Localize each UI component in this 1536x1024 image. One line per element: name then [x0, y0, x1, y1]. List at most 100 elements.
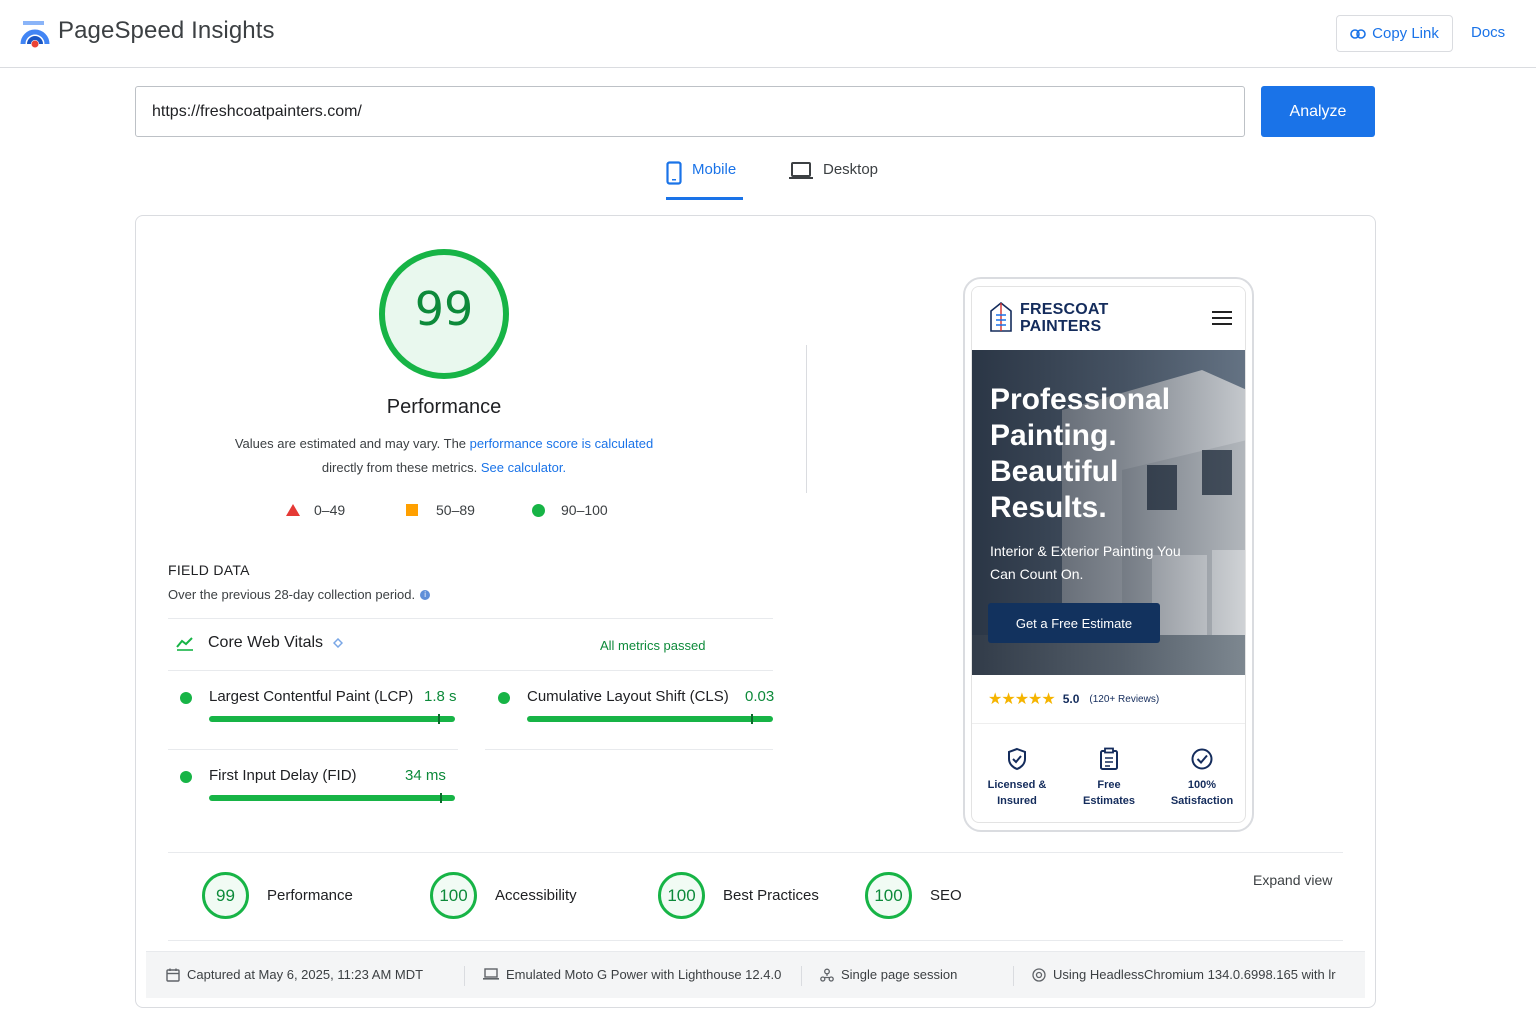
metric-distribution-bar: [209, 795, 455, 801]
feature-licensed: Licensed & Insured: [972, 747, 1062, 809]
clipboard-icon: [1100, 747, 1118, 770]
score-ring: 99: [202, 872, 249, 919]
feature-satisfaction: 100% Satisfaction: [1157, 747, 1245, 809]
feature-line1: Free: [1097, 779, 1121, 791]
feature-line2: Estimates: [1083, 795, 1135, 807]
page-screenshot: FRESCOAT PAINTERS Professional Painting.…: [971, 286, 1246, 823]
legend-fail-range: 0–49: [314, 502, 346, 518]
field-data-subtitle: Over the previous 28-day collection peri…: [168, 587, 431, 602]
divider: [168, 852, 1343, 853]
score-ring: 100: [658, 872, 705, 919]
circle-icon: [532, 503, 545, 517]
category-seo[interactable]: 100 SEO: [865, 872, 962, 919]
site-name: FRESCOAT PAINTERS: [1020, 301, 1108, 335]
diamond-info-icon[interactable]: [333, 638, 344, 648]
hero-section: Professional Painting. Beautiful Results…: [972, 350, 1245, 675]
metric-value: 1.8 s: [424, 688, 457, 705]
legend-average: 50–89: [406, 502, 475, 518]
category-best-practices[interactable]: 100 Best Practices: [658, 872, 819, 919]
divider: [801, 966, 802, 986]
legend-average-range: 50–89: [436, 502, 475, 518]
hero-title: Professional Painting. Beautiful Results…: [990, 383, 1171, 524]
metric-marker: [440, 793, 442, 803]
divider: [168, 940, 1343, 941]
browser-text: Using HeadlessChromium 134.0.6998.165 wi…: [1053, 967, 1336, 982]
divider: [485, 749, 773, 750]
divider: [806, 345, 807, 493]
tab-mobile[interactable]: Mobile: [666, 158, 743, 200]
shield-check-icon: [1008, 747, 1026, 771]
performance-description: Values are estimated and may vary. The p…: [218, 432, 670, 480]
free-estimate-button: Get a Free Estimate: [988, 603, 1160, 643]
url-value: https://freshcoatpainters.com/: [152, 102, 362, 120]
legend-fail: 0–49: [286, 502, 345, 518]
score-ring: 100: [430, 872, 477, 919]
divider: [464, 966, 465, 986]
square-icon: [406, 504, 418, 516]
category-label: Best Practices: [723, 887, 819, 904]
desc-mid: directly from these metrics.: [321, 460, 481, 475]
session-text: Single page session: [841, 967, 958, 982]
phone-icon: [666, 161, 682, 185]
browser-info: Using HeadlessChromium 134.0.6998.165 wi…: [1032, 967, 1336, 982]
performance-score: 99: [414, 282, 474, 336]
divider: [168, 618, 773, 619]
device-text: Emulated Moto G Power with Lighthouse 12…: [506, 967, 782, 982]
category-performance[interactable]: 99 Performance: [202, 872, 353, 919]
pass-dot-icon: [180, 692, 192, 704]
see-calculator-link[interactable]: See calculator.: [481, 460, 566, 475]
analyze-button[interactable]: Analyze: [1261, 86, 1375, 137]
metric-distribution-bar: [209, 716, 455, 722]
divider: [1013, 966, 1014, 986]
docs-link[interactable]: Docs: [1471, 24, 1505, 41]
session-icon: [820, 968, 834, 982]
site-name-line1: FRESCOAT: [1020, 301, 1109, 318]
triangle-icon: [286, 504, 300, 516]
globe-icon: [1032, 967, 1046, 982]
site-header: FRESCOAT PAINTERS: [972, 287, 1245, 350]
feature-estimates: Free Estimates: [1064, 747, 1154, 809]
calendar-icon: [166, 968, 180, 982]
category-accessibility[interactable]: 100 Accessibility: [430, 872, 577, 919]
performance-title: Performance: [386, 396, 502, 418]
trend-chart-icon: [176, 637, 193, 651]
score-ring: 100: [865, 872, 912, 919]
captured-text: Captured at May 6, 2025, 11:23 AM MDT: [187, 967, 424, 982]
url-input[interactable]: https://freshcoatpainters.com/: [135, 86, 1245, 137]
metric-value: 0.03: [745, 688, 775, 705]
pagespeed-logo-icon[interactable]: [20, 18, 50, 48]
rating-value: 5.0: [1062, 692, 1080, 706]
tab-desktop[interactable]: Desktop: [789, 158, 878, 200]
laptop-icon: [789, 162, 813, 179]
metric-marker: [438, 714, 440, 724]
expand-view-button[interactable]: Expand view: [1253, 872, 1332, 888]
captured-info: Captured at May 6, 2025, 11:23 AM MDT: [166, 967, 423, 982]
device-info: Emulated Moto G Power with Lighthouse 12…: [483, 967, 781, 982]
site-name-line2: PAINTERS: [1020, 318, 1102, 335]
field-data-period: Over the previous 28-day collection peri…: [168, 587, 416, 602]
info-icon[interactable]: i: [420, 589, 431, 600]
feature-line1: 100%: [1187, 779, 1217, 791]
star-rating-icon: ★★★★★: [988, 691, 1056, 708]
divider: [168, 749, 458, 750]
run-info-bar: Captured at May 6, 2025, 11:23 AM MDT Em…: [146, 951, 1365, 998]
metric-value: 34 ms: [405, 767, 446, 784]
pass-dot-icon: [180, 771, 192, 783]
feature-line2: Satisfaction: [1170, 795, 1234, 807]
category-label: Performance: [267, 887, 353, 904]
copy-link-button[interactable]: Copy Link: [1336, 15, 1453, 52]
tab-mobile-label: Mobile: [692, 161, 737, 178]
hero-subtitle: Interior & Exterior Painting You Can Cou…: [990, 543, 1181, 582]
category-label: Accessibility: [495, 887, 577, 904]
copy-link-label: Copy Link: [1372, 25, 1439, 42]
cwv-status: All metrics passed: [600, 638, 706, 653]
score-calculated-link[interactable]: performance score is calculated: [470, 436, 654, 451]
review-count: (120+ Reviews): [1089, 693, 1160, 705]
brand-title[interactable]: PageSpeed Insights: [58, 17, 275, 45]
core-web-vitals-header: Core Web Vitals: [176, 634, 344, 652]
legend-pass: 90–100: [532, 502, 608, 518]
desc-prefix: Values are estimated and may vary. The: [234, 436, 470, 451]
painter-logo-icon: [990, 301, 1012, 332]
legend-pass-range: 90–100: [561, 502, 608, 518]
pass-dot-icon: [498, 692, 510, 704]
